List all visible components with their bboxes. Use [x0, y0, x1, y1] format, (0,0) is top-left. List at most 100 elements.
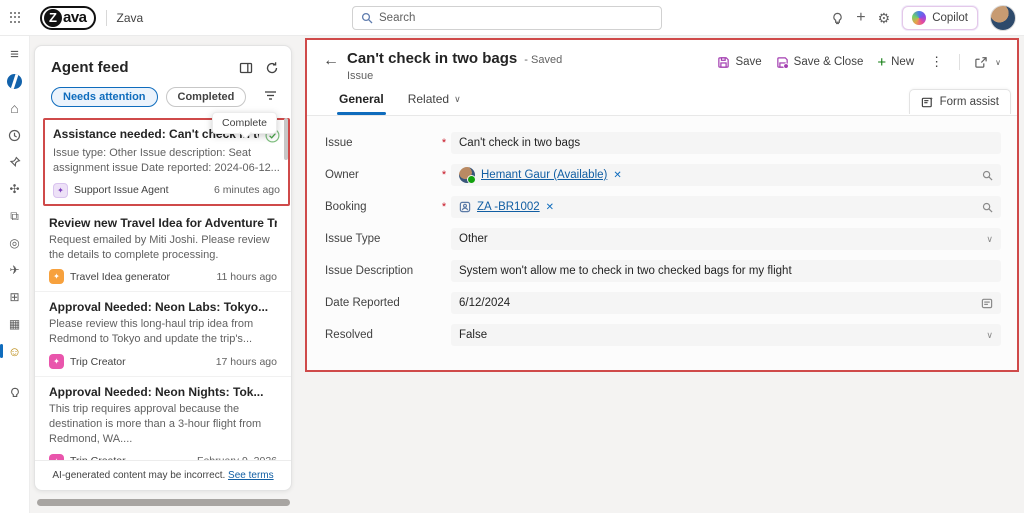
record-form: Issue Can't check in two bags Owner Hema…	[307, 116, 1017, 370]
issue-input[interactable]: Can't check in two bags	[451, 132, 1001, 154]
agents-icon[interactable]: ✣	[0, 180, 30, 198]
resources-icon[interactable]: ⧉	[0, 207, 30, 225]
add-icon[interactable]: +	[856, 9, 865, 27]
feed-item-time: 6 minutes ago	[214, 184, 280, 197]
feed-scrollbar[interactable]	[284, 118, 288, 160]
back-arrow-icon[interactable]: ←	[323, 52, 339, 70]
feedback-smiley-icon[interactable]: ☺	[0, 342, 30, 360]
field-label: Issue Description	[325, 265, 414, 277]
record-header: ← Can't check in two bags - Saved Issue …	[307, 40, 1017, 86]
owner-lookup[interactable]: Hemant Gaur (Available) ✕	[451, 164, 1001, 186]
share-button[interactable]: ∨	[974, 56, 1001, 69]
feed-list: Assistance needed: Can't check in tw... …	[35, 118, 291, 460]
feed-filter-tabs: Needs attention Completed	[51, 87, 279, 107]
feed-item-agent: Travel Idea generator	[70, 270, 171, 283]
record-save-status: - Saved	[524, 54, 563, 66]
remove-owner-icon[interactable]: ✕	[613, 170, 621, 181]
hamburger-menu-icon[interactable]: ≡	[0, 45, 30, 63]
booking-link[interactable]: ZA -BR1002	[477, 201, 540, 213]
feed-item-body: Please review this long-haul trip idea f…	[49, 318, 254, 346]
field-row-date-reported: Date Reported 6/12/2024	[325, 292, 1001, 314]
topbar-actions: + ⚙ Copilot	[831, 0, 1016, 36]
tab-general-label: General	[339, 92, 384, 106]
records-target-icon[interactable]: ◎	[0, 234, 30, 252]
resolved-chevron-icon[interactable]: ∨	[986, 330, 993, 341]
feed-item-body: Issue type: Other Issue description: Sea…	[53, 147, 280, 174]
settings-gear-icon[interactable]: ⚙	[878, 10, 891, 27]
save-button[interactable]: Save	[717, 56, 762, 69]
form-assist-button[interactable]: Form assist	[908, 89, 1011, 114]
filter-needs-attention[interactable]: Needs attention	[51, 87, 158, 107]
zava-logo: Z ava	[40, 5, 96, 30]
issue-type-chevron-icon[interactable]: ∨	[986, 234, 993, 245]
save-and-close-button[interactable]: Save & Close	[776, 56, 863, 69]
home-icon[interactable]: ⌂	[0, 99, 30, 117]
copilot-button[interactable]: Copilot	[902, 6, 978, 30]
resolved-select[interactable]: False ∨	[451, 324, 1001, 346]
lightbulb-icon[interactable]	[831, 12, 844, 25]
field-row-issue-type: Issue Type Other ∨	[325, 228, 1001, 250]
horizontal-scrollbar[interactable]	[37, 499, 290, 506]
save-label: Save	[735, 56, 762, 68]
more-commands-icon[interactable]: ⋮	[928, 54, 945, 70]
resolved-value: False	[459, 329, 488, 341]
new-button[interactable]: + New	[877, 55, 914, 70]
user-avatar[interactable]	[990, 5, 1016, 31]
command-bar: Save Save & Close + New ⋮ ∨	[717, 54, 1005, 70]
form-assist-icon	[921, 96, 933, 107]
app-launcher-icon[interactable]	[0, 12, 30, 23]
tab-related[interactable]: Related ∨	[408, 92, 461, 115]
field-label: Date Reported	[325, 297, 400, 309]
feed-item-time: February 9, 2026	[197, 455, 277, 460]
feed-item-title: Approval Needed: Neon Labs: Tokyo...	[49, 300, 269, 315]
recent-clock-icon[interactable]	[0, 126, 30, 144]
record-annotation-box: ← Can't check in two bags - Saved Issue …	[305, 38, 1019, 372]
pinned-icon[interactable]	[0, 153, 30, 171]
field-label: Booking	[325, 201, 367, 213]
zava-logo-z: Z	[44, 8, 62, 27]
form-assist-label: Form assist	[939, 96, 999, 108]
commandbar-divider	[959, 54, 961, 70]
issue-type-select[interactable]: Other ∨	[451, 228, 1001, 250]
owner-search-icon[interactable]	[982, 170, 993, 181]
calendar-icon[interactable]	[981, 297, 993, 309]
global-search[interactable]	[352, 6, 662, 30]
feed-item-neon-nights[interactable]: Approval Needed: Neon Nights: Tok... Thi…	[35, 377, 291, 460]
required-marker	[437, 201, 451, 213]
travel-plane-icon[interactable]: ✈	[0, 261, 30, 279]
filter-completed[interactable]: Completed	[165, 87, 247, 107]
copilot-label: Copilot	[932, 12, 968, 24]
remove-booking-icon[interactable]: ✕	[546, 202, 554, 213]
calendar-settings-icon[interactable]: ▦	[0, 315, 30, 333]
tab-related-label: Related	[407, 92, 450, 106]
save-and-close-icon	[776, 56, 789, 69]
pages-window-icon[interactable]: ⊞	[0, 288, 30, 306]
complete-tooltip: Complete	[212, 112, 277, 134]
ideas-lightbulb-icon[interactable]	[0, 384, 30, 402]
search-input[interactable]	[379, 12, 653, 24]
record-title: Can't check in two bags	[347, 50, 518, 67]
tab-general[interactable]: General	[337, 92, 386, 115]
refresh-icon[interactable]	[265, 61, 279, 75]
field-row-booking: Booking ZA -BR1002 ✕	[325, 196, 1001, 218]
issue-description-input[interactable]: System won't allow me to check in two ch…	[451, 260, 1001, 282]
feed-item-title: Approval Needed: Neon Nights: Tok...	[49, 385, 264, 400]
agent-feed-panel: Agent feed Needs attention Completed Com…	[34, 45, 292, 491]
owner-link[interactable]: Hemant Gaur (Available)	[481, 169, 607, 181]
zava-logo-text: ava	[63, 9, 87, 26]
date-reported-input[interactable]: 6/12/2024	[451, 292, 1001, 314]
feed-item-agent: Trip Creator	[70, 455, 126, 460]
booking-search-icon[interactable]	[982, 202, 993, 213]
feed-item-travel-idea[interactable]: Review new Travel Idea for Adventure Tri…	[35, 208, 291, 293]
feed-item-time: 11 hours ago	[216, 270, 277, 283]
feed-item-neon-labs[interactable]: Approval Needed: Neon Labs: Tokyo... Ple…	[35, 292, 291, 378]
open-side-pane-icon[interactable]	[239, 61, 253, 75]
trip-creator-icon: ✦	[49, 354, 64, 370]
see-terms-link[interactable]: See terms	[228, 470, 274, 481]
issue-value: Can't check in two bags	[459, 137, 581, 149]
field-label: Issue Type	[325, 233, 381, 245]
filter-icon[interactable]	[264, 88, 277, 106]
field-row-issue-description: Issue Description System won't allow me …	[325, 260, 1001, 282]
app-icon[interactable]	[0, 72, 30, 90]
booking-lookup[interactable]: ZA -BR1002 ✕	[451, 196, 1001, 218]
